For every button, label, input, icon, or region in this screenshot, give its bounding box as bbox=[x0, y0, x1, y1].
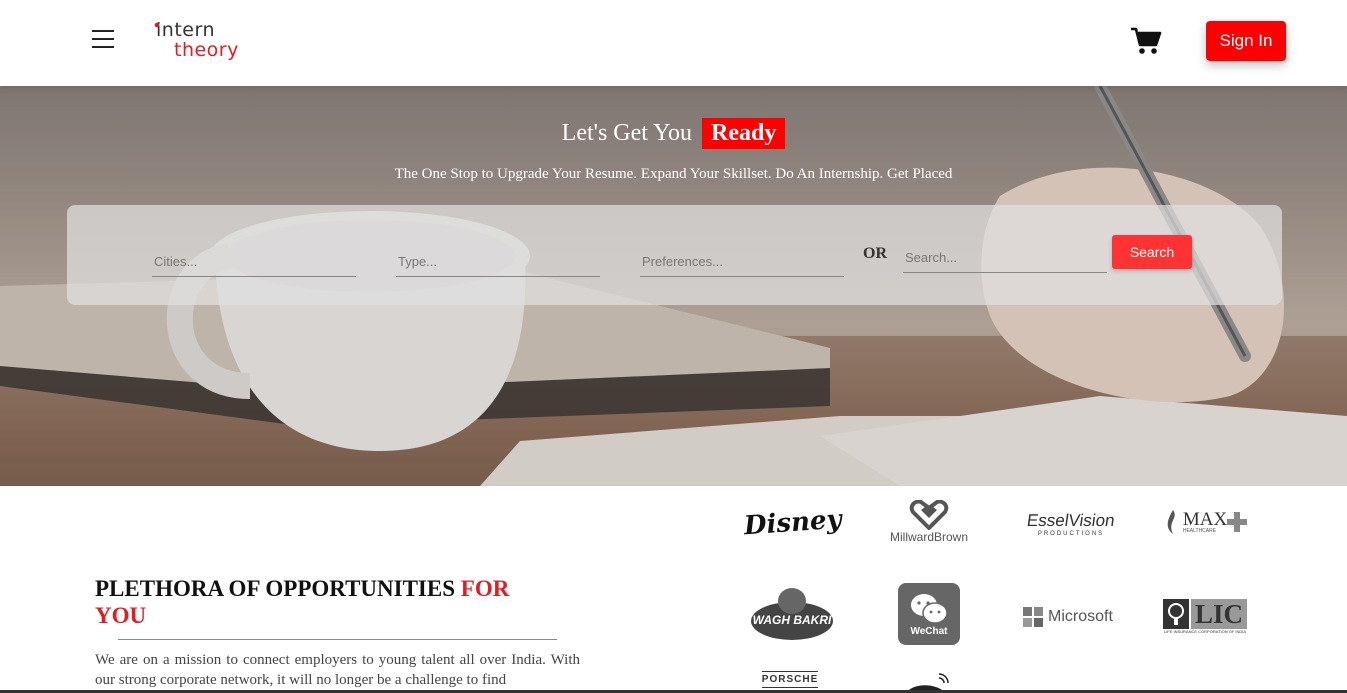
type-input[interactable] bbox=[396, 247, 600, 277]
logo-line2: theory bbox=[174, 39, 239, 61]
max-cross-icon bbox=[1227, 512, 1248, 532]
millwardbrown-heart-icon bbox=[909, 500, 949, 530]
opportunities-description: We are on a mission to connect employers… bbox=[95, 652, 580, 688]
max-flame-icon bbox=[1167, 510, 1175, 534]
opportunities-title-red-2: YOU bbox=[95, 603, 147, 628]
esselvision-logo-subtext: PRODUCTIONS bbox=[1037, 531, 1105, 537]
hero-banner: Let's Get You Ready The One Stop to Upgr… bbox=[0, 86, 1347, 486]
millwardbrown-logo: MillwardBrown bbox=[886, 496, 972, 548]
microsoft-logo: Microsoft bbox=[1022, 603, 1114, 631]
waghbakri-logo: WAGH BAKRI bbox=[748, 584, 836, 644]
millwardbrown-logo-text: MillwardBrown bbox=[889, 530, 969, 544]
preferences-input[interactable] bbox=[640, 247, 844, 277]
wechat-logo-text: WeChat bbox=[910, 625, 948, 637]
waghbakri-logo-text: WAGH BAKRI bbox=[752, 613, 832, 627]
lic-logo-row: LIC bbox=[1162, 598, 1247, 629]
max-logo-subtext: HEALTHCARE bbox=[1182, 528, 1217, 534]
max-text-block: MAX HEALTHCARE bbox=[1183, 510, 1227, 534]
logo-line1: intern bbox=[156, 19, 215, 41]
search-button[interactable]: Search bbox=[1112, 235, 1192, 269]
disney-logo-text: Disney bbox=[743, 504, 843, 542]
logo-mark bbox=[154, 22, 160, 28]
porsche-logo-text: PORSCHE bbox=[762, 671, 818, 688]
logo[interactable]: intern theory bbox=[154, 18, 244, 68]
wechat-logo: WeChat bbox=[898, 583, 960, 645]
esselvision-logo-text: EsselVision bbox=[1025, 511, 1117, 530]
hero-title-text: Let's Get You bbox=[561, 120, 692, 146]
microsoft-logo-text: Microsoft bbox=[1048, 608, 1113, 625]
opportunities-title: PLETHORA OF OPPORTUNITIES FOR YOU bbox=[95, 575, 565, 629]
hero-subtitle: The One Stop to Upgrade Your Resume. Exp… bbox=[394, 166, 953, 182]
disney-logo: Disney bbox=[743, 498, 842, 548]
partial-logo bbox=[907, 673, 949, 692]
opportunities-title-red-1: FOR bbox=[460, 576, 510, 601]
or-separator: OR bbox=[863, 245, 887, 262]
esselvision-logo: EsselVision PRODUCTIONS bbox=[1025, 502, 1117, 546]
lic-logo: LIC LIFE INSURANCE CORPORATION OF INDIA bbox=[1162, 594, 1248, 638]
search-panel: OR Search bbox=[67, 205, 1282, 305]
hero-title: Let's Get You Ready bbox=[0, 118, 1347, 149]
wechat-bubbles-icon bbox=[911, 593, 948, 624]
search-input[interactable] bbox=[903, 243, 1107, 273]
microsoft-windows-icon bbox=[1023, 607, 1044, 627]
lic-logo-text: LIC bbox=[1190, 598, 1247, 629]
sign-in-button[interactable]: Sign In bbox=[1206, 21, 1286, 61]
top-navbar: intern theory Sign In bbox=[0, 0, 1347, 86]
divider bbox=[118, 639, 557, 640]
opportunities-title-black: PLETHORA OF OPPORTUNITIES bbox=[95, 576, 456, 601]
max-healthcare-logo: MAX HEALTHCARE bbox=[1160, 504, 1250, 540]
cart-icon[interactable] bbox=[1130, 26, 1162, 56]
cities-input[interactable] bbox=[152, 247, 356, 277]
porsche-logo: PORSCHE bbox=[762, 671, 818, 691]
hero-title-highlight: Ready bbox=[702, 118, 786, 149]
max-logo-text: MAX bbox=[1182, 509, 1228, 530]
lic-emblem-icon bbox=[1162, 598, 1189, 629]
menu-icon[interactable] bbox=[92, 30, 114, 50]
lic-logo-subtext: LIFE INSURANCE CORPORATION OF INDIA bbox=[1163, 628, 1247, 634]
